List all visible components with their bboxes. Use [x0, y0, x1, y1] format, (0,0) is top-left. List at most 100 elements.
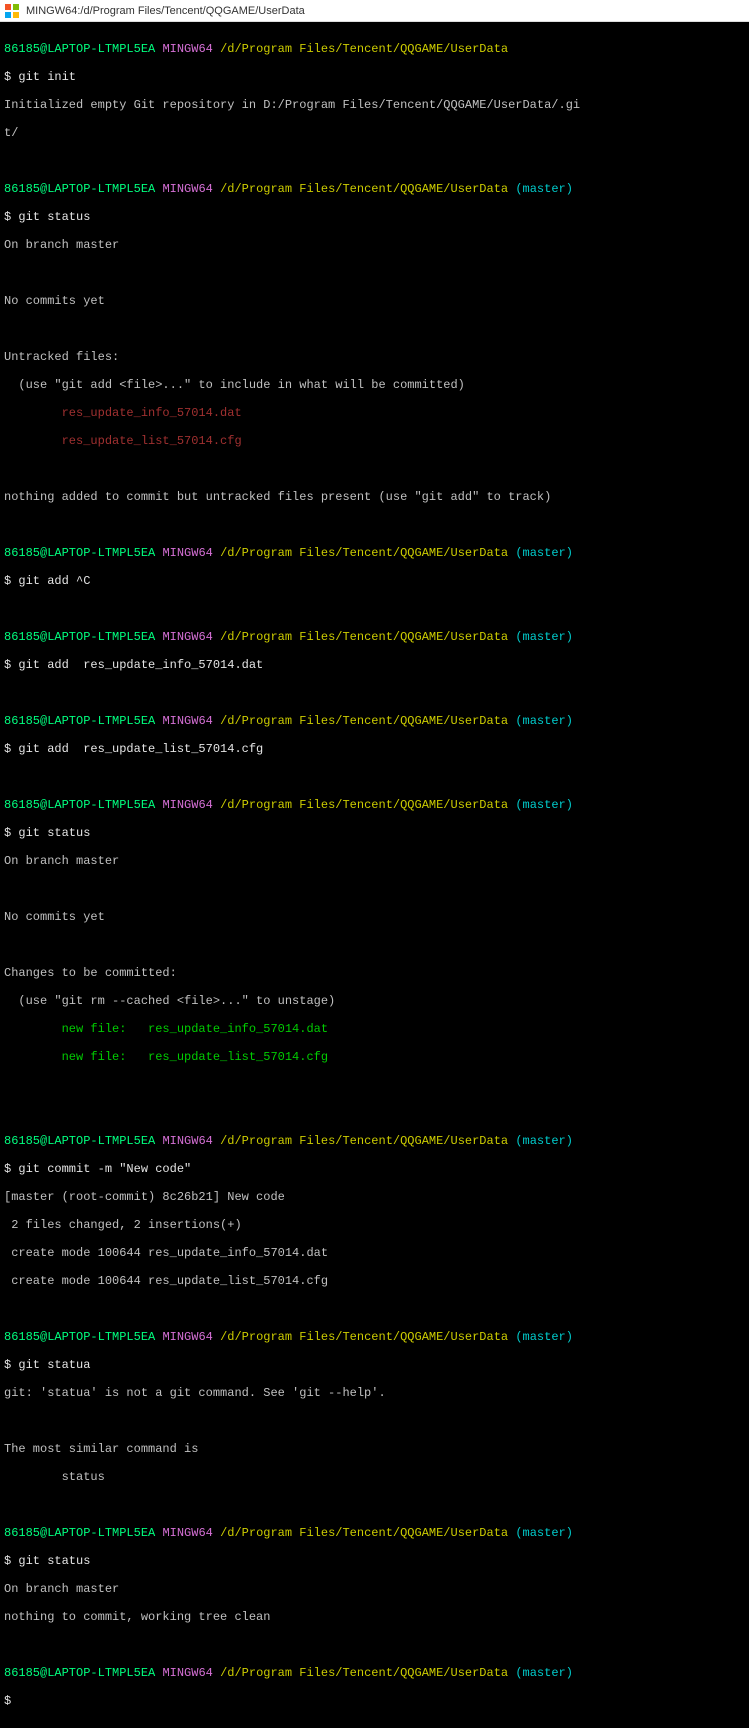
prompt-mingw: MINGW64 [162, 546, 212, 560]
output-line [4, 322, 745, 336]
output-line: create mode 100644 res_update_info_57014… [4, 1246, 745, 1260]
output-line: The most similar command is [4, 1442, 745, 1456]
prompt-path: /d/Program Files/Tencent/QQGAME/UserData [220, 1134, 508, 1148]
output-line: $ git add ^C [4, 574, 745, 588]
prompt-branch: (master) [515, 1330, 573, 1344]
output-line: Changes to be committed: [4, 966, 745, 980]
prompt-mingw: MINGW64 [162, 42, 212, 56]
prompt-user: 86185@LAPTOP-LTMPL5EA [4, 1666, 155, 1680]
output-line: $ git add res_update_list_57014.cfg [4, 742, 745, 756]
titlebar[interactable]: MINGW64:/d/Program Files/Tencent/QQGAME/… [0, 0, 749, 22]
prompt-mingw: MINGW64 [162, 1330, 212, 1344]
prompt-line: 86185@LAPTOP-LTMPL5EA MINGW64 /d/Program… [4, 42, 745, 56]
output-line: create mode 100644 res_update_list_57014… [4, 1274, 745, 1288]
prompt-path: /d/Program Files/Tencent/QQGAME/UserData [220, 630, 508, 644]
output-line [4, 1302, 745, 1316]
prompt-path: /d/Program Files/Tencent/QQGAME/UserData [220, 546, 508, 560]
output-line: res_update_list_57014.cfg [4, 434, 745, 448]
prompt-mingw: MINGW64 [162, 1526, 212, 1540]
output-line: new file: res_update_list_57014.cfg [4, 1050, 745, 1064]
output-line [4, 1414, 745, 1428]
output-line: status [4, 1470, 745, 1484]
output-line: 2 files changed, 2 insertions(+) [4, 1218, 745, 1232]
output-line: Untracked files: [4, 350, 745, 364]
prompt-mingw: MINGW64 [162, 1134, 212, 1148]
prompt-user: 86185@LAPTOP-LTMPL5EA [4, 1526, 155, 1540]
prompt-line: 86185@LAPTOP-LTMPL5EA MINGW64 /d/Program… [4, 714, 745, 728]
output-line [4, 518, 745, 532]
prompt-line: 86185@LAPTOP-LTMPL5EA MINGW64 /d/Program… [4, 546, 745, 560]
prompt-path: /d/Program Files/Tencent/QQGAME/UserData [220, 1330, 508, 1344]
prompt-mingw: MINGW64 [162, 182, 212, 196]
output-line: (use "git rm --cached <file>..." to unst… [4, 994, 745, 1008]
prompt-line: 86185@LAPTOP-LTMPL5EA MINGW64 /d/Program… [4, 630, 745, 644]
output-line: res_update_info_57014.dat [4, 406, 745, 420]
prompt-branch: (master) [515, 714, 573, 728]
output-line: Initialized empty Git repository in D:/P… [4, 98, 745, 112]
prompt-line: 86185@LAPTOP-LTMPL5EA MINGW64 /d/Program… [4, 1134, 745, 1148]
prompt-mingw: MINGW64 [162, 714, 212, 728]
output-line: [master (root-commit) 8c26b21] New code [4, 1190, 745, 1204]
output-line: t/ [4, 126, 745, 140]
output-line: On branch master [4, 238, 745, 252]
prompt-path: /d/Program Files/Tencent/QQGAME/UserData [220, 182, 508, 196]
prompt-branch: (master) [515, 1526, 573, 1540]
prompt-line: 86185@LAPTOP-LTMPL5EA MINGW64 /d/Program… [4, 798, 745, 812]
output-line: $ git status [4, 826, 745, 840]
output-line [4, 1078, 745, 1092]
output-line [4, 882, 745, 896]
output-line: new file: res_update_info_57014.dat [4, 1022, 745, 1036]
prompt-user: 86185@LAPTOP-LTMPL5EA [4, 546, 155, 560]
output-line: $ git statua [4, 1358, 745, 1372]
output-line [4, 686, 745, 700]
output-line [4, 266, 745, 280]
prompt-user: 86185@LAPTOP-LTMPL5EA [4, 42, 155, 56]
window-title: MINGW64:/d/Program Files/Tencent/QQGAME/… [26, 5, 305, 17]
terminal-output[interactable]: 86185@LAPTOP-LTMPL5EA MINGW64 /d/Program… [0, 22, 749, 1728]
output-line: On branch master [4, 854, 745, 868]
prompt-branch: (master) [515, 798, 573, 812]
output-line: No commits yet [4, 910, 745, 924]
prompt-line: 86185@LAPTOP-LTMPL5EA MINGW64 /d/Program… [4, 1330, 745, 1344]
output-line: $ git status [4, 210, 745, 224]
prompt-line: 86185@LAPTOP-LTMPL5EA MINGW64 /d/Program… [4, 1526, 745, 1540]
output-line: git: 'statua' is not a git command. See … [4, 1386, 745, 1400]
prompt-user: 86185@LAPTOP-LTMPL5EA [4, 798, 155, 812]
prompt-user: 86185@LAPTOP-LTMPL5EA [4, 714, 155, 728]
prompt-user: 86185@LAPTOP-LTMPL5EA [4, 630, 155, 644]
output-line: nothing added to commit but untracked fi… [4, 490, 745, 504]
prompt-path: /d/Program Files/Tencent/QQGAME/UserData [220, 42, 508, 56]
prompt-branch: (master) [515, 1666, 573, 1680]
prompt-line: 86185@LAPTOP-LTMPL5EA MINGW64 /d/Program… [4, 182, 745, 196]
cursor-line[interactable]: $ [4, 1694, 745, 1708]
prompt-user: 86185@LAPTOP-LTMPL5EA [4, 182, 155, 196]
prompt-branch: (master) [515, 630, 573, 644]
prompt-mingw: MINGW64 [162, 1666, 212, 1680]
prompt-user: 86185@LAPTOP-LTMPL5EA [4, 1134, 155, 1148]
prompt-branch: (master) [515, 546, 573, 560]
prompt-branch: (master) [515, 182, 573, 196]
prompt-path: /d/Program Files/Tencent/QQGAME/UserData [220, 714, 508, 728]
output-line: (use "git add <file>..." to include in w… [4, 378, 745, 392]
prompt-path: /d/Program Files/Tencent/QQGAME/UserData [220, 1526, 508, 1540]
prompt-mingw: MINGW64 [162, 630, 212, 644]
prompt-line: 86185@LAPTOP-LTMPL5EA MINGW64 /d/Program… [4, 1666, 745, 1680]
output-line [4, 938, 745, 952]
prompt-mingw: MINGW64 [162, 798, 212, 812]
output-line [4, 770, 745, 784]
output-line: $ git commit -m "New code" [4, 1162, 745, 1176]
output-line [4, 154, 745, 168]
output-line: $ git init [4, 70, 745, 84]
prompt-user: 86185@LAPTOP-LTMPL5EA [4, 1330, 155, 1344]
app-icon [4, 3, 20, 19]
prompt-path: /d/Program Files/Tencent/QQGAME/UserData [220, 1666, 508, 1680]
output-line [4, 462, 745, 476]
output-line [4, 602, 745, 616]
output-line: No commits yet [4, 294, 745, 308]
output-line: $ git status [4, 1554, 745, 1568]
output-line: nothing to commit, working tree clean [4, 1610, 745, 1624]
prompt-path: /d/Program Files/Tencent/QQGAME/UserData [220, 798, 508, 812]
output-line [4, 1106, 745, 1120]
output-line: $ git add res_update_info_57014.dat [4, 658, 745, 672]
output-line [4, 1638, 745, 1652]
